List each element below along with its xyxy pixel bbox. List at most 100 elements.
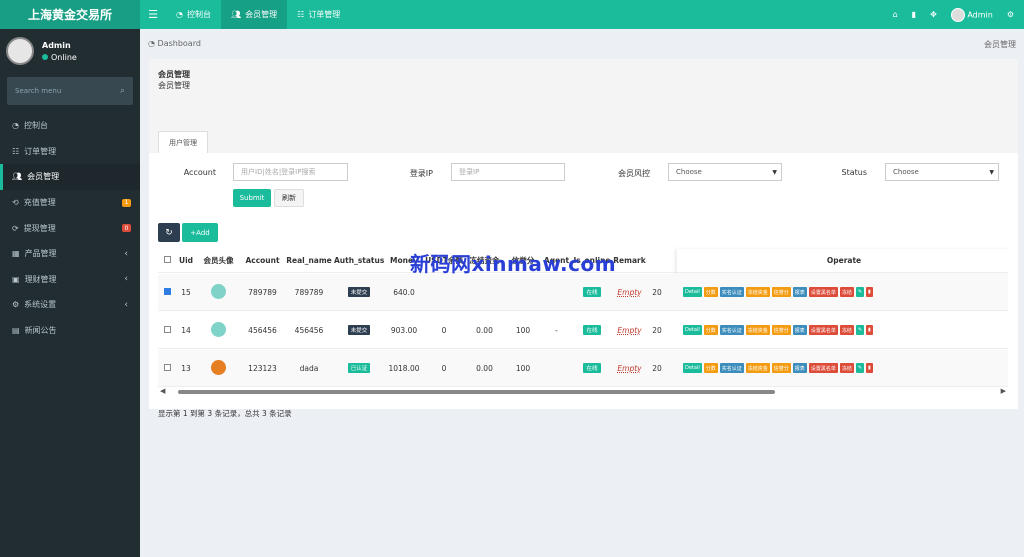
user-name: Admin xyxy=(967,10,993,19)
avatar[interactable] xyxy=(211,321,226,337)
breadcrumb[interactable]: ◔ Dashboard xyxy=(148,39,201,48)
chevron-left-icon: ‹ xyxy=(124,299,128,310)
select-all-checkbox[interactable] xyxy=(163,256,171,263)
sidebar-item-finance[interactable]: ▣ 理财管理 ‹ xyxy=(0,267,140,293)
delete-button[interactable]: ▮ xyxy=(866,363,873,373)
top-nav-members[interactable]: 👥︎ 会员管理 xyxy=(220,0,288,29)
blacklist-button[interactable]: 设置黑名单 xyxy=(808,325,838,335)
ip-search-input[interactable]: 登录IP xyxy=(451,163,565,181)
sidebar-item-orders[interactable]: ☷ 订单管理 xyxy=(0,139,140,165)
detail-button[interactable]: Detail xyxy=(683,325,702,335)
fullscreen-icon[interactable]: ✥ xyxy=(930,10,937,19)
table-row[interactable]: 13 123123 dada 已认证 1018.00 0 0.00 100 在线… xyxy=(158,350,1008,387)
freeze-button[interactable]: 冻结 xyxy=(839,325,854,335)
horizontal-scrollbar[interactable]: ◀ ▶ xyxy=(158,387,1008,395)
sidebar-item-withdraw[interactable]: ⟳ 提现管理 0 xyxy=(0,215,140,241)
edit-button[interactable]: ✎ xyxy=(855,363,865,373)
gears-icon[interactable]: ⚙ xyxy=(1007,10,1014,19)
edit-button[interactable]: ✎ xyxy=(855,287,865,297)
sidebar-item-settings[interactable]: ⚙ 系统设置 ‹ xyxy=(0,292,140,318)
credit-button[interactable]: 信誉分 xyxy=(771,325,791,335)
avatar[interactable] xyxy=(211,283,226,299)
sidebar-item-news[interactable]: ▤ 新闻公告 xyxy=(0,318,140,344)
score-button[interactable]: 分数 xyxy=(703,287,718,297)
column-header[interactable]: Uid xyxy=(176,256,196,265)
score-button[interactable]: 分数 xyxy=(703,363,718,373)
report-button[interactable]: 报表 xyxy=(792,363,807,373)
top-nav-orders[interactable]: ☷ 订单管理 xyxy=(287,0,350,29)
panel-title: 会员管理 xyxy=(158,70,190,79)
tab-user-management[interactable]: 用户管理 xyxy=(158,131,208,153)
search-input[interactable]: Search menu ⌕ xyxy=(7,77,133,105)
home-icon[interactable]: ⌂ xyxy=(893,10,898,19)
scroll-left-icon[interactable]: ◀ xyxy=(160,387,165,395)
list-icon: ☷ xyxy=(12,146,20,156)
trash-icon[interactable]: ▮ xyxy=(912,10,916,19)
remark-edit-link[interactable]: Empty xyxy=(617,364,641,373)
freeze-funds-button[interactable]: 冻结资金 xyxy=(745,287,770,297)
column-header[interactable]: Auth_status xyxy=(334,256,384,265)
search-icon[interactable]: ⌕ xyxy=(120,86,125,96)
remark-edit-link[interactable]: Empty xyxy=(617,326,641,335)
freeze-funds-button[interactable]: 冻结资金 xyxy=(745,325,770,335)
app-logo[interactable]: 上海黄金交易所 xyxy=(0,0,140,29)
freeze-funds-button[interactable]: 冻结资金 xyxy=(745,363,770,373)
credit-button[interactable]: 信誉分 xyxy=(771,363,791,373)
sidebar-item-products[interactable]: ▦ 产品管理 ‹ xyxy=(0,241,140,267)
freeze-button[interactable]: 冻结 xyxy=(839,363,854,373)
detail-button[interactable]: Detail xyxy=(683,363,702,373)
blacklist-button[interactable]: 设置黑名单 xyxy=(808,287,838,297)
row-checkbox[interactable] xyxy=(163,287,171,295)
report-button[interactable]: 报表 xyxy=(792,287,807,297)
scroll-right-icon[interactable]: ▶ xyxy=(1001,387,1006,395)
submit-button[interactable]: Submit xyxy=(233,189,271,207)
sidebar-item-label: 订单管理 xyxy=(24,146,57,156)
cell-credit: 100 xyxy=(515,363,531,373)
hamburger-icon[interactable]: ☰ xyxy=(140,8,166,21)
sidebar-item-recharge[interactable]: ⟲ 充值管理 1 xyxy=(0,190,140,216)
cell-remark: Empty xyxy=(612,364,647,373)
column-header-operate: Operate xyxy=(677,249,1011,273)
sidebar-item-dashboard[interactable]: ◔ 控制台 xyxy=(0,113,140,139)
caret-down-icon: ▼ xyxy=(772,168,777,176)
row-checkbox[interactable] xyxy=(163,363,171,371)
credit-button[interactable]: 信誉分 xyxy=(771,287,791,297)
account-search-input[interactable]: 用户ID|姓名|登录IP搜索 xyxy=(233,163,348,181)
edit-button[interactable]: ✎ xyxy=(855,325,865,335)
table-row[interactable]: 15 789789 789789 未提交 640.0 在线 Empty 20 D… xyxy=(158,274,1008,311)
finance-icon: ▣ xyxy=(12,274,20,284)
sidebar-item-members[interactable]: 👥︎ 会员管理 xyxy=(0,164,140,190)
score-button[interactable]: 分数 xyxy=(703,325,718,335)
detail-button[interactable]: Detail xyxy=(683,287,702,297)
top-nav-dashboard[interactable]: ◔ 控制台 xyxy=(166,0,221,29)
verify-button[interactable]: 实名认证 xyxy=(719,325,744,335)
top-nav: ◔ 控制台 👥︎ 会员管理 ☷ 订单管理 xyxy=(166,0,350,29)
top-nav-label: 控制台 xyxy=(186,10,211,19)
freeze-button[interactable]: 冻结 xyxy=(839,287,854,297)
delete-button[interactable]: ▮ xyxy=(866,325,873,335)
column-header[interactable]: Real_name xyxy=(284,256,334,265)
remark-edit-link[interactable]: Empty xyxy=(617,288,641,297)
column-header[interactable]: Account xyxy=(241,256,284,265)
avatar[interactable] xyxy=(211,359,226,375)
user-menu[interactable]: Admin xyxy=(950,7,993,22)
verify-button[interactable]: 实名认证 xyxy=(719,287,744,297)
blacklist-button[interactable]: 设置黑名单 xyxy=(808,363,838,373)
select-all-cell xyxy=(158,256,176,265)
row-checkbox[interactable] xyxy=(163,325,171,333)
table-row[interactable]: 14 456456 456456 未提交 903.00 0 0.00 100 -… xyxy=(158,312,1008,349)
cell-credit: 100 xyxy=(515,325,531,335)
refresh-button[interactable]: ↻ xyxy=(158,223,180,242)
scrollbar-thumb[interactable] xyxy=(178,390,775,394)
caret-down-icon: ▼ xyxy=(989,168,994,176)
delete-button[interactable]: ▮ xyxy=(866,287,873,297)
verify-button[interactable]: 实名认证 xyxy=(719,363,744,373)
risk-select[interactable]: Choose ▼ xyxy=(668,163,782,181)
add-button[interactable]: + Add xyxy=(182,223,218,242)
pagination-info: 显示第 1 到第 3 条记录，总共 3 条记录 xyxy=(158,409,292,418)
status-select[interactable]: Choose ▼ xyxy=(885,163,999,181)
report-button[interactable]: 报表 xyxy=(792,325,807,335)
status-text: Online xyxy=(51,52,77,62)
cell-online: 在线 xyxy=(572,287,612,297)
reset-button[interactable]: 刷新 xyxy=(274,189,304,207)
